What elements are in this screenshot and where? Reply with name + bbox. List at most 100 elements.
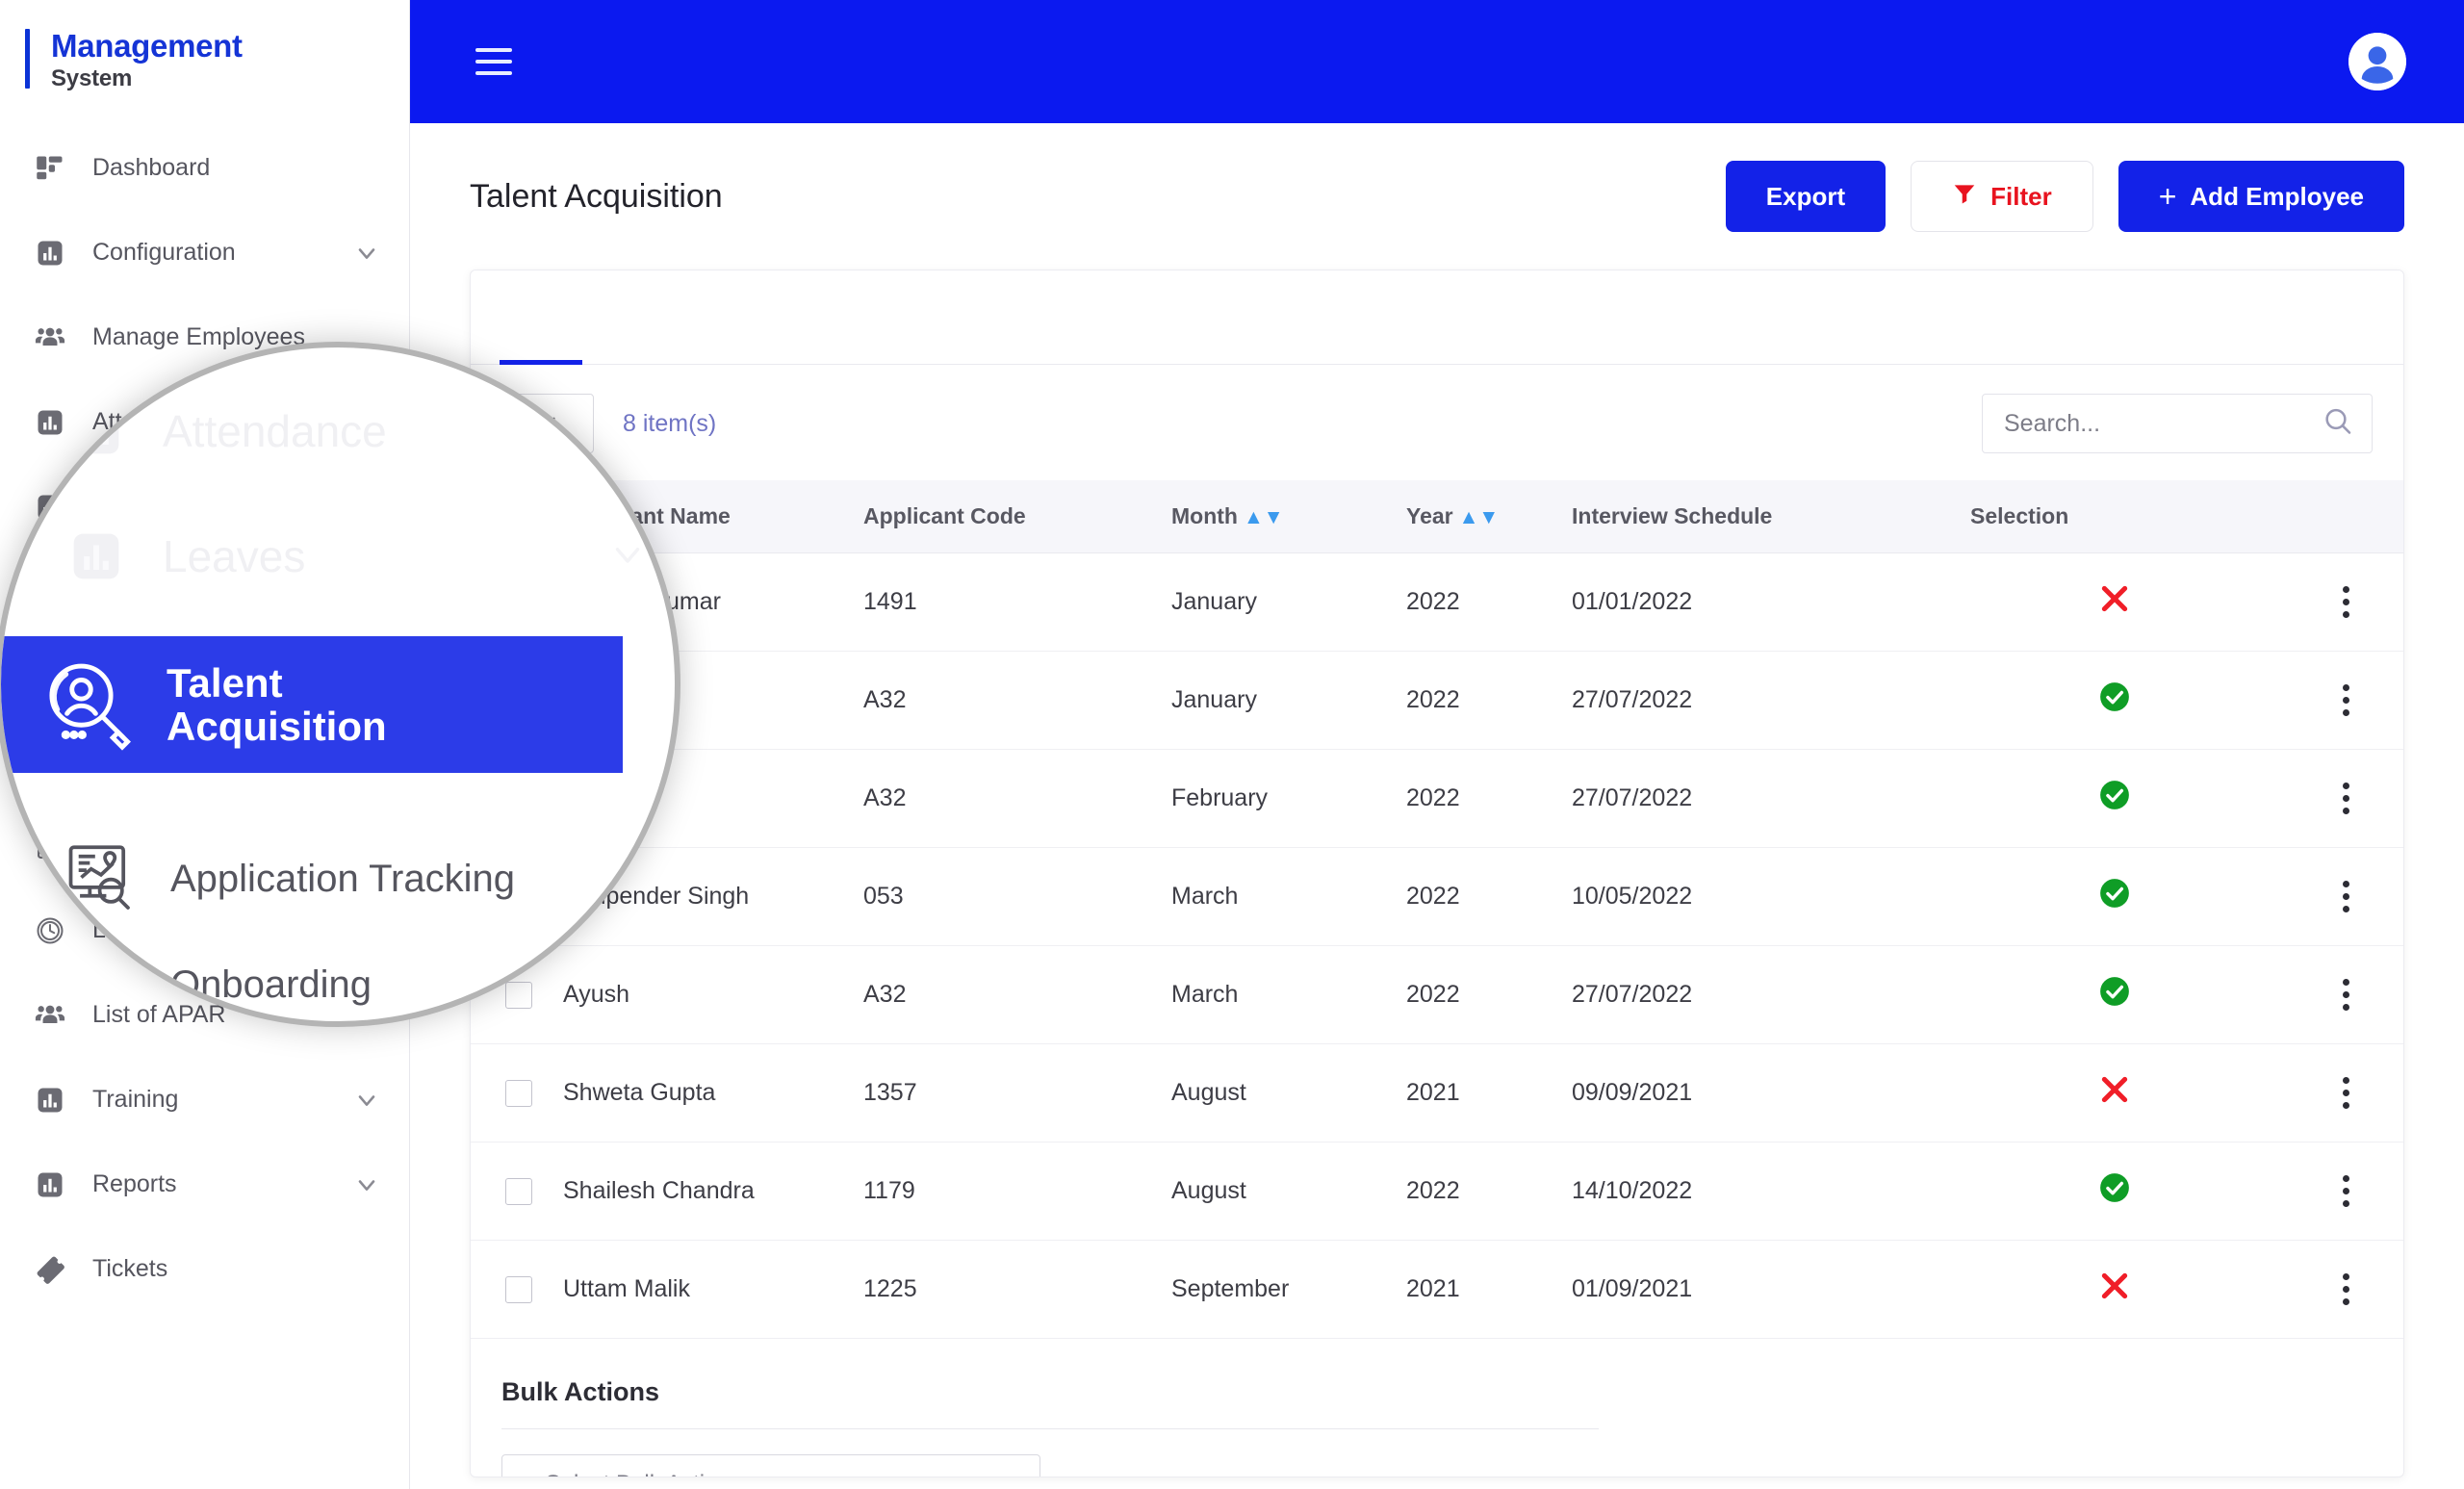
row-menu-icon[interactable] — [2259, 1273, 2403, 1305]
hamburger-icon[interactable] — [470, 42, 518, 81]
cell-selection — [1970, 749, 2259, 848]
cell-year: 2021 — [1406, 1240, 1572, 1339]
add-employee-button[interactable]: + Add Employee — [2118, 161, 2404, 232]
sidebar-item-reports[interactable]: Reports — [0, 1142, 409, 1227]
chevron-down-icon[interactable] — [353, 1171, 380, 1198]
table-row[interactable]: Shailesh Chandra 1179 August 2022 14/10/2022 — [471, 1142, 2403, 1241]
chevron-down-icon — [607, 409, 648, 454]
table-row[interactable]: AyushA32February202227/07/2022 — [471, 749, 2403, 848]
talent-acquisition-card: 8 item(s) Applicant Name Applicant Code — [470, 270, 2404, 1477]
sidebar-item-training[interactable]: Training — [0, 1058, 409, 1142]
column-header-applicant-code[interactable]: Applicant Code — [863, 480, 1171, 553]
bulk-actions-title: Bulk Actions — [501, 1377, 660, 1406]
lens-active-item-talent-acquisition[interactable]: Talent Acquisition — [1, 636, 623, 773]
table-row[interactable]: Shweta Gupta 1357 August 2021 09/09/2021 — [471, 1043, 2403, 1142]
table-header: Applicant Name Applicant Code Month ▲▼ Ye… — [471, 480, 2403, 553]
row-menu-icon[interactable] — [2259, 1077, 2403, 1109]
cell-interview-schedule: 27/07/2022 — [1572, 945, 1970, 1044]
user-avatar-icon[interactable] — [2348, 33, 2406, 90]
lens-active-label-line1: Talent — [167, 659, 283, 706]
row-checkbox[interactable] — [505, 1275, 532, 1303]
selected-check-icon — [2098, 977, 2131, 1014]
cell-month: January — [1171, 552, 1406, 652]
lens-active-label: Talent Acquisition — [167, 659, 387, 749]
table-row[interactable]: AyushA32January202227/07/2022 — [471, 651, 2403, 750]
cell-interview-schedule: 01/09/2021 — [1572, 1240, 1970, 1339]
column-header-year[interactable]: Year ▲▼ — [1406, 480, 1572, 553]
search-input[interactable] — [1982, 394, 2373, 453]
bar-chart-icon — [29, 1079, 71, 1121]
divider — [501, 1428, 1599, 1429]
filter-button[interactable]: Filter — [1911, 161, 2093, 232]
sidebar-item-configuration[interactable]: Configuration — [0, 211, 409, 295]
lens-item-application-tracking[interactable]: Application Tracking — [63, 838, 515, 919]
lens-item-onboarding[interactable]: Onboarding — [63, 944, 372, 1021]
app-root: Management System Dashboard Configuratio… — [0, 0, 2464, 1489]
table-header-row: Applicant Name Applicant Code Month ▲▼ Ye… — [471, 480, 2403, 553]
cell-row-actions — [2259, 1043, 2403, 1142]
cell-month: March — [1171, 847, 1406, 946]
application-tracking-icon — [63, 838, 143, 919]
row-menu-icon[interactable] — [2259, 586, 2403, 618]
cell-selection — [1970, 1240, 2259, 1339]
applicants-table: Applicant Name Applicant Code Month ▲▼ Ye… — [471, 480, 2403, 1339]
cell-month: March — [1171, 945, 1406, 1044]
talent-search-icon — [39, 655, 140, 755]
cell-row-actions — [2259, 651, 2403, 750]
column-header-selection[interactable]: Selection — [1970, 480, 2259, 553]
cell-interview-schedule: 01/01/2022 — [1572, 552, 1970, 652]
top-bar — [410, 0, 2464, 123]
cell-month: January — [1171, 651, 1406, 750]
filter-button-label: Filter — [1990, 181, 2052, 211]
cell-selection — [1970, 847, 2259, 946]
cell-year: 2022 — [1406, 945, 1572, 1044]
lens-ghost-item-attendance[interactable]: Attendance — [68, 403, 640, 459]
export-button[interactable]: Export — [1725, 161, 1886, 232]
lens-item-label: Onboarding — [170, 963, 372, 1006]
lens-active-label-line2: Acquisition — [167, 704, 387, 749]
sidebar-item-tickets[interactable]: Tickets — [0, 1227, 409, 1312]
brand-accent-bar — [25, 29, 30, 89]
bulk-actions-section: Bulk Actions -- Select Bulk Action -- — [471, 1339, 2403, 1476]
column-header-interview-schedule[interactable]: Interview Schedule — [1572, 480, 1970, 553]
table-row[interactable]: Ayush A32 March 2022 27/07/2022 — [471, 945, 2403, 1044]
row-menu-icon[interactable] — [2259, 881, 2403, 912]
cell-month: February — [1171, 749, 1406, 848]
row-menu-icon[interactable] — [2259, 684, 2403, 716]
row-checkbox-cell — [471, 1142, 563, 1241]
table-body: Hemant kumar1491January202201/01/2022Ayu… — [471, 552, 2403, 1339]
cell-interview-schedule: 09/09/2021 — [1572, 1043, 1970, 1142]
cell-applicant-name: Shweta Gupta — [563, 1043, 863, 1142]
cell-selection — [1970, 1142, 2259, 1241]
lens-ghost-label: Attendance — [163, 406, 387, 456]
row-menu-icon[interactable] — [2259, 783, 2403, 814]
cell-row-actions — [2259, 1240, 2403, 1339]
funnel-icon — [1952, 181, 1977, 213]
cell-selection — [1970, 552, 2259, 652]
row-menu-icon[interactable] — [2259, 979, 2403, 1011]
table-row[interactable]: Hemant kumar1491January202201/01/2022 — [471, 552, 2403, 652]
sidebar-item-label: Dashboard — [92, 154, 211, 182]
lens-ghost-item-leaves[interactable]: Leaves — [68, 528, 640, 584]
cell-interview-schedule: 27/07/2022 — [1572, 651, 1970, 750]
cell-interview-schedule: 14/10/2022 — [1572, 1142, 1970, 1241]
table-row[interactable]: Uttam Malik 1225 September 2021 01/09/2021 — [471, 1240, 2403, 1339]
tab-bar — [471, 270, 2403, 365]
sidebar-item-dashboard[interactable]: Dashboard — [0, 126, 409, 211]
cell-applicant-code: A32 — [863, 749, 1171, 848]
cell-applicant-code: 1357 — [863, 1043, 1171, 1142]
sort-icon[interactable]: ▲▼ — [1244, 506, 1284, 528]
table-row[interactable]: Bhupender Singh 053 March 2022 10/05/2022 — [471, 847, 2403, 946]
sort-icon[interactable]: ▲▼ — [1459, 506, 1500, 528]
chevron-down-icon[interactable] — [353, 1087, 380, 1114]
bar-chart-icon — [68, 528, 124, 584]
cell-interview-schedule: 27/07/2022 — [1572, 749, 1970, 848]
column-header-month[interactable]: Month ▲▼ — [1171, 480, 1406, 553]
bulk-action-select[interactable]: -- Select Bulk Action -- — [501, 1454, 1040, 1476]
row-checkbox[interactable] — [505, 1177, 532, 1205]
cell-year: 2022 — [1406, 651, 1572, 750]
page-header: Talent Acquisition Export Filter + Add E… — [470, 123, 2404, 270]
chevron-down-icon[interactable] — [353, 240, 380, 267]
row-menu-icon[interactable] — [2259, 1175, 2403, 1207]
row-checkbox[interactable] — [505, 1079, 532, 1107]
